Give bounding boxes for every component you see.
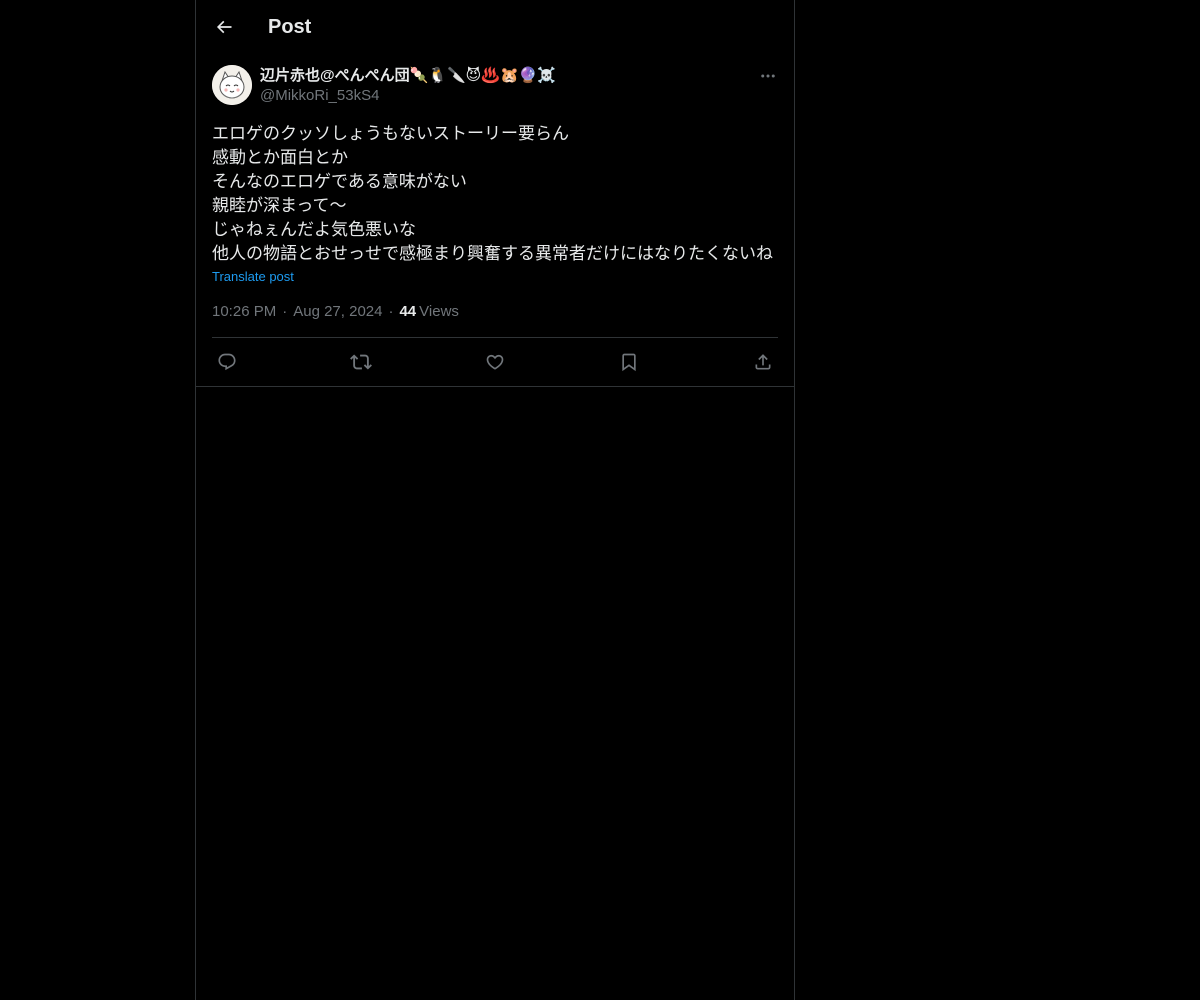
heart-icon [486, 354, 504, 370]
meta-separator: · [282, 303, 288, 320]
more-dots-icon [761, 74, 775, 78]
post-text: エロゲのクッソしょうもないストーリー要らん 感動とか面白とか そんなのエロゲであ… [212, 124, 773, 263]
repost-button[interactable] [350, 351, 372, 373]
author-info: 辺片赤也@ぺんぺん団🍡🐧🔪😈♨️🐹🔮☠️ @MikkoRi_53kS4 [260, 64, 758, 106]
main-column: Post 辺片赤也@ぺんぺん団🍡🐧🔪😈♨️🐹🔮☠️ @MikkoRi_53kS4… [195, 0, 795, 1000]
more-options-button[interactable] [758, 66, 778, 86]
action-bar [212, 338, 778, 386]
reply-button[interactable] [216, 351, 238, 373]
post-meta: 10:26 PM · Aug 27, 2024 · 44 Views [212, 302, 778, 322]
reply-icon [218, 353, 236, 371]
share-button[interactable] [752, 351, 774, 373]
translate-post-link[interactable]: Translate post [212, 268, 294, 286]
avatar[interactable] [212, 65, 252, 105]
repost-icon [350, 354, 372, 370]
post-header: 辺片赤也@ぺんぺん団🍡🐧🔪😈♨️🐹🔮☠️ @MikkoRi_53kS4 [212, 64, 778, 116]
bookmark-button[interactable] [618, 351, 640, 373]
bookmark-icon [622, 353, 636, 372]
post-bottom-border [196, 386, 794, 387]
post-time[interactable]: 10:26 PM [212, 302, 276, 322]
post-date[interactable]: Aug 27, 2024 [293, 302, 382, 322]
share-icon [755, 354, 771, 370]
post: 辺片赤也@ぺんぺん団🍡🐧🔪😈♨️🐹🔮☠️ @MikkoRi_53kS4 エロゲの… [196, 54, 794, 387]
display-name[interactable]: 辺片赤也@ぺんぺん団🍡🐧🔪😈♨️🐹🔮☠️ [260, 66, 758, 86]
views-label: Views [419, 303, 459, 320]
back-button[interactable] [212, 15, 236, 39]
user-handle[interactable]: @MikkoRi_53kS4 [260, 86, 758, 106]
arrow-left-icon [216, 20, 232, 34]
meta-separator: · [388, 303, 394, 320]
like-button[interactable] [484, 351, 506, 373]
top-bar: Post [196, 0, 794, 54]
page-title: Post [268, 15, 312, 38]
avatar-cat-illustration [212, 65, 252, 105]
views-count: 44 [399, 303, 417, 320]
